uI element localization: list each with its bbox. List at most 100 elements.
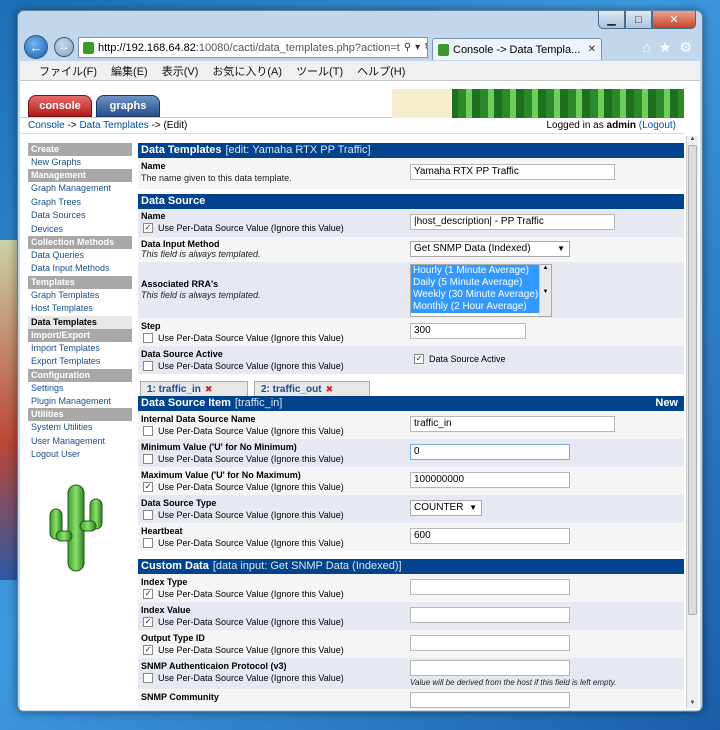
sidebar-item[interactable]: Plugin Management <box>28 395 132 408</box>
login-status: Logged in as admin (Logout) <box>546 120 676 131</box>
sidebar-item[interactable]: User Management <box>28 435 132 448</box>
heartbeat-row: Heartbeat Use Per-Data Source Value (Ign… <box>138 523 684 551</box>
field-label: Name <box>141 211 166 221</box>
ds-active-checkbox[interactable]: ✓ <box>414 354 424 364</box>
delete-icon[interactable]: ✖ <box>326 384 334 395</box>
section-subtitle: [traffic_in] <box>234 397 283 409</box>
section-title: Data Templates <box>141 144 222 156</box>
rra-listbox[interactable]: Hourly (1 Minute Average) Daily (5 Minut… <box>410 264 552 317</box>
menu-file[interactable]: ファイル(F) <box>32 63 104 79</box>
graphs-tab[interactable]: graphs <box>96 95 160 117</box>
ds-item-tab-traffic-in[interactable]: 1: traffic_in ✖ <box>140 381 248 396</box>
template-name-input[interactable]: Yamaha RTX PP Traffic <box>410 164 615 180</box>
sidebar-item[interactable]: System Utilities <box>28 421 132 434</box>
sidebar-item[interactable]: Graph Management <box>28 182 132 195</box>
menu-help[interactable]: ヘルプ(H) <box>350 63 412 79</box>
listbox-scrollbar[interactable]: ▲ ▼ <box>539 265 551 316</box>
per-ds-checkbox[interactable]: ✓ <box>143 617 153 627</box>
max-value-input[interactable]: 100000000 <box>410 472 570 488</box>
per-ds-checkbox[interactable]: ✓ <box>143 223 153 233</box>
rra-option[interactable]: Monthly (2 Hour Average) <box>411 301 551 313</box>
page-scrollbar[interactable]: ▲ ▼ <box>686 136 698 708</box>
heartbeat-input[interactable]: 600 <box>410 528 570 544</box>
dropdown-icon[interactable]: ▾ <box>415 42 420 53</box>
console-tab[interactable]: console <box>28 95 92 117</box>
sidebar-item[interactable]: Data Templates <box>28 315 132 329</box>
section-subtitle: [edit: Yamaha RTX PP Traffic] <box>225 144 371 156</box>
sidebar-item[interactable]: Settings <box>28 382 132 395</box>
close-button[interactable]: ✕ <box>652 11 696 29</box>
per-ds-label: Use Per-Data Source Value (Ignore this V… <box>158 645 344 655</box>
per-ds-checkbox[interactable] <box>143 361 153 371</box>
per-ds-checkbox[interactable] <box>143 426 153 436</box>
sidebar-item[interactable]: Export Templates <box>28 355 132 368</box>
scroll-up-icon[interactable]: ▲ <box>687 136 698 144</box>
sidebar-item[interactable]: Devices <box>28 223 132 236</box>
per-ds-checkbox[interactable] <box>143 538 153 548</box>
sidebar-item[interactable]: Import Templates <box>28 342 132 355</box>
rra-option[interactable]: Weekly (30 Minute Average) <box>411 289 551 301</box>
logout-link[interactable]: (Logout) <box>639 120 676 131</box>
per-ds-checkbox[interactable] <box>143 333 153 343</box>
favorites-star-icon[interactable]: ★ <box>659 39 672 56</box>
forward-button[interactable]: → <box>54 37 74 57</box>
templated-note: This field is always templated. <box>141 249 261 259</box>
sidebar-item[interactable]: Data Queries <box>28 249 132 262</box>
minimize-button[interactable]: ▁ <box>598 11 625 29</box>
per-ds-checkbox-row: Use Per-Data Source Value (Ignore this V… <box>143 333 344 343</box>
per-ds-checkbox[interactable]: ✓ <box>143 482 153 492</box>
ds-type-select[interactable]: COUNTER ▼ <box>410 500 482 516</box>
step-row: Step Use Per-Data Source Value (Ignore t… <box>138 318 684 346</box>
maximize-button[interactable]: □ <box>625 11 652 29</box>
per-ds-label: Use Per-Data Source Value (Ignore this V… <box>158 482 344 492</box>
dropdown-arrow-icon: ▼ <box>557 244 565 253</box>
snmp-community-input[interactable] <box>410 692 570 708</box>
sidebar-item[interactable]: New Graphs <box>28 156 132 169</box>
min-value-input[interactable]: 0 <box>410 444 570 460</box>
per-ds-label: Use Per-Data Source Value (Ignore this V… <box>158 426 344 436</box>
ds-item-tab-traffic-out[interactable]: 2: traffic_out ✖ <box>254 381 370 396</box>
sidebar-item[interactable]: Data Sources <box>28 209 132 222</box>
ds-name-input[interactable]: |host_description| - PP Traffic <box>410 214 615 230</box>
step-input[interactable]: 300 <box>410 323 526 339</box>
per-ds-checkbox-row: ✓ Use Per-Data Source Value (Ignore this … <box>143 482 344 492</box>
sidebar-item[interactable]: Host Templates <box>28 302 132 315</box>
index-type-input[interactable] <box>410 579 570 595</box>
back-button[interactable]: ← <box>24 35 48 59</box>
internal-name-input[interactable]: traffic_in <box>410 416 615 432</box>
menu-tools[interactable]: ツール(T) <box>289 63 350 79</box>
output-type-input[interactable] <box>410 635 570 651</box>
tab-title: Console -> Data Templa... <box>453 43 581 56</box>
breadcrumb-data-templates[interactable]: Data Templates <box>79 120 148 131</box>
per-ds-checkbox[interactable]: ✓ <box>143 589 153 599</box>
home-icon[interactable]: ⌂ <box>642 39 650 56</box>
refresh-icon[interactable]: ↻ <box>424 42 427 53</box>
sidebar-item[interactable]: Data Input Methods <box>28 262 132 275</box>
menu-edit[interactable]: 編集(E) <box>104 63 155 79</box>
menu-view[interactable]: 表示(V) <box>155 63 206 79</box>
scroll-thumb[interactable] <box>688 145 697 615</box>
rra-option[interactable]: Daily (5 Minute Average) <box>411 277 551 289</box>
per-ds-checkbox[interactable]: ✓ <box>143 645 153 655</box>
breadcrumb-console[interactable]: Console <box>28 120 65 131</box>
index-value-input[interactable] <box>410 607 570 623</box>
sidebar-item[interactable]: Graph Templates <box>28 289 132 302</box>
per-ds-checkbox[interactable] <box>143 673 153 683</box>
tools-gear-icon[interactable]: ⚙ <box>679 39 692 56</box>
rra-option[interactable]: Hourly (1 Minute Average) <box>411 265 551 277</box>
sidebar-item[interactable]: Logout User <box>28 448 132 461</box>
scroll-down-icon[interactable]: ▼ <box>687 700 698 708</box>
per-ds-checkbox[interactable] <box>143 510 153 520</box>
address-bar[interactable]: http://192.168.64.82:10080/cacti/data_te… <box>78 37 428 58</box>
per-ds-checkbox[interactable] <box>143 454 153 464</box>
browser-tab[interactable]: Console -> Data Templa... ✕ <box>432 38 602 60</box>
sidebar-item[interactable]: Graph Trees <box>28 196 132 209</box>
new-item-link[interactable]: New <box>655 396 684 411</box>
snmp-auth-input[interactable] <box>410 660 570 676</box>
menu-favorites[interactable]: お気に入り(A) <box>205 63 289 79</box>
toolbar-icons: ⌂ ★ ⚙ <box>642 39 692 56</box>
input-method-select[interactable]: Get SNMP Data (Indexed) ▼ <box>410 241 570 257</box>
delete-icon[interactable]: ✖ <box>205 384 213 395</box>
tab-close-icon[interactable]: ✕ <box>588 44 596 55</box>
search-icon[interactable]: ⚲ <box>404 42 411 53</box>
